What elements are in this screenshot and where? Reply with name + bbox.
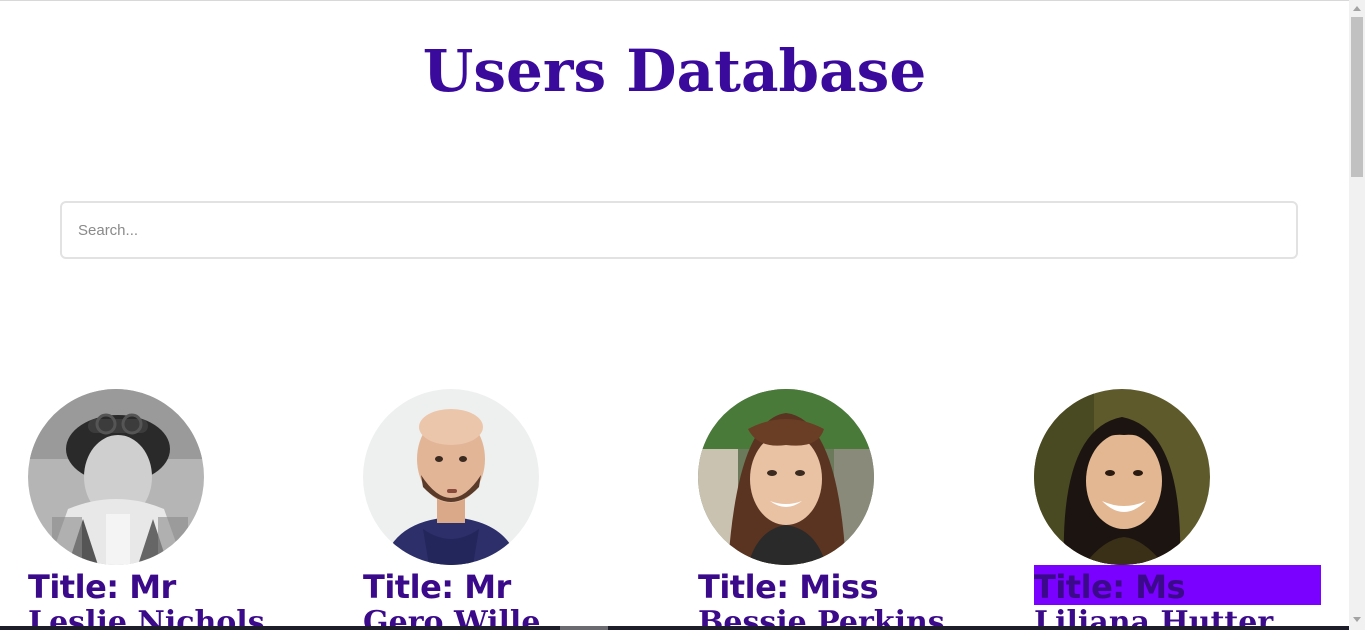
avatar <box>363 389 539 565</box>
user-card[interactable]: Title: Ms Liliana Hutter <box>1034 389 1334 630</box>
avatar <box>28 389 204 565</box>
scroll-up-arrow-icon[interactable] <box>1353 6 1361 11</box>
scrollbar-thumb[interactable] <box>1351 17 1363 177</box>
top-divider <box>0 0 1349 1</box>
user-title: Title: Mr <box>28 568 176 606</box>
user-title: Title: Mr <box>363 568 511 606</box>
scroll-down-arrow-icon[interactable] <box>1353 617 1361 622</box>
avatar <box>1034 389 1210 565</box>
bottom-bar <box>0 626 1349 630</box>
user-title: Title: Miss <box>698 568 879 606</box>
user-card[interactable]: Title: Mr Gero Wille <box>363 389 663 630</box>
avatar <box>698 389 874 565</box>
page: Users Database Title: Mr Leslie Nichols <box>0 0 1349 630</box>
user-title: Title: Ms <box>1034 565 1321 606</box>
user-card[interactable]: Title: Mr Leslie Nichols <box>28 389 328 630</box>
bottom-bar-segment <box>560 626 608 630</box>
page-title: Users Database <box>422 37 927 105</box>
user-card[interactable]: Title: Miss Bessie Perkins <box>698 389 998 630</box>
vertical-scrollbar[interactable] <box>1349 0 1365 630</box>
search-input[interactable] <box>60 201 1298 259</box>
